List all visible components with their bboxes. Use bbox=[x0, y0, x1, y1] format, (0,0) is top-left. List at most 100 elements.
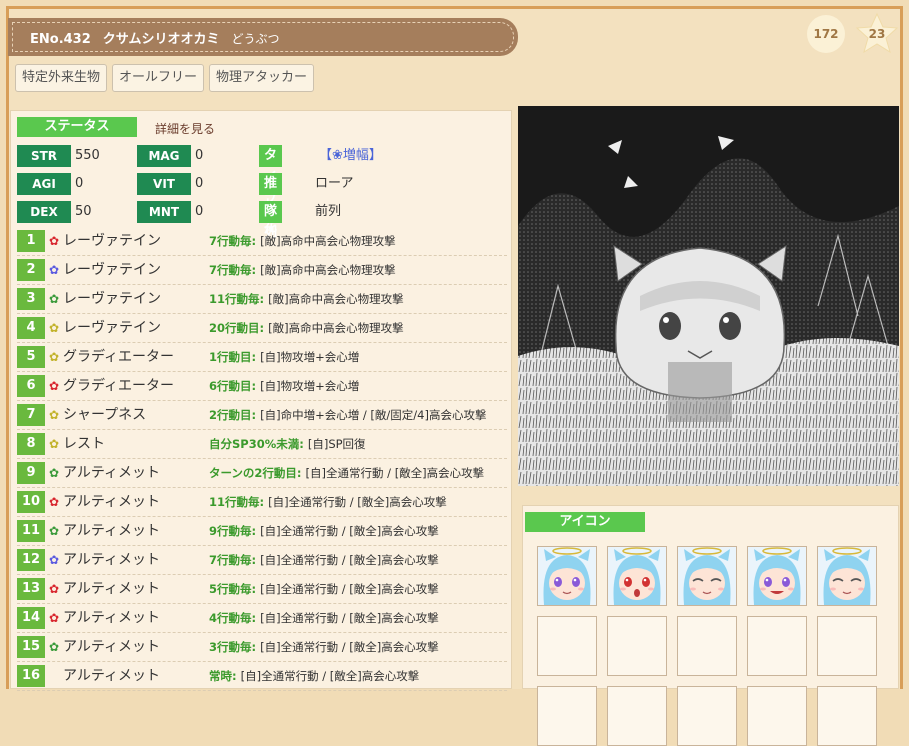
skill-trigger: 11行動毎: bbox=[209, 292, 265, 306]
character-icon[interactable] bbox=[677, 546, 737, 606]
skill-condition: 5行動毎: [自]全通常行動 / [敵全]高会心攻撃 bbox=[209, 580, 439, 598]
skill-effect: [自]全通常行動 / [敵全]高会心攻撃 bbox=[268, 495, 447, 509]
skill-trigger: 自分SP30%未満: bbox=[209, 437, 304, 451]
character-species: どうぶつ bbox=[231, 32, 280, 46]
empty-icon-slot[interactable] bbox=[677, 686, 737, 746]
empty-icon-slot[interactable] bbox=[817, 616, 877, 676]
empty-icon-slot[interactable] bbox=[817, 686, 877, 746]
skill-row[interactable]: 6 ✿ グラディエーター 6行動目: [自]物攻増+会心増 bbox=[17, 373, 507, 401]
skill-trigger: 常時: bbox=[209, 669, 237, 683]
skill-row[interactable]: 5 ✿ グラディエーター 1行動目: [自]物攻増+会心増 bbox=[17, 344, 507, 372]
empty-icon-slot[interactable] bbox=[607, 686, 667, 746]
skill-row[interactable]: 3 ✿ レーヴァテイン 11行動毎: [敵]高命中高会心物理攻撃 bbox=[17, 286, 507, 314]
skill-trigger: 11行動毎: bbox=[209, 495, 265, 509]
skill-condition: 2行動目: [自]命中増+会心増 / [敵/固定/4]高会心攻撃 bbox=[209, 406, 486, 424]
skill-number: 15 bbox=[17, 636, 45, 658]
face-grin-icon bbox=[748, 547, 806, 605]
skill-condition: 11行動毎: [敵]高命中高会心物理攻撃 bbox=[209, 290, 404, 308]
tag-item[interactable]: 特定外来生物 bbox=[15, 64, 108, 92]
tag-item[interactable]: オールフリー bbox=[112, 64, 205, 92]
empty-icon-slot[interactable] bbox=[537, 686, 597, 746]
skill-number: 10 bbox=[17, 491, 45, 513]
skill-number: 3 bbox=[17, 288, 45, 310]
skill-number: 13 bbox=[17, 578, 45, 600]
skill-row[interactable]: 14 ✿ アルティメット 4行動毎: [自]全通常行動 / [敵全]高会心攻撃 bbox=[17, 605, 507, 633]
skill-number: 2 bbox=[17, 259, 45, 281]
skill-number: 5 bbox=[17, 346, 45, 368]
skill-trigger: 3行動毎: bbox=[209, 640, 257, 654]
skill-number: 14 bbox=[17, 607, 45, 629]
skill-effect: [自]全通常行動 / [敵全]高会心攻撃 bbox=[260, 611, 439, 625]
character-portrait bbox=[518, 106, 899, 486]
status-section-label: ステータス bbox=[17, 117, 137, 137]
skill-condition: 7行動毎: [自]全通常行動 / [敵全]高会心攻撃 bbox=[209, 551, 439, 569]
skill-name: レーヴァテイン bbox=[63, 233, 161, 249]
skill-name: レーヴァテイン bbox=[63, 291, 161, 307]
skill-condition: 4行動毎: [自]全通常行動 / [敵全]高会心攻撃 bbox=[209, 609, 439, 627]
skill-row[interactable]: 16 アルティメット 常時: [自]全通常行動 / [敵全]高会心攻撃 bbox=[17, 663, 507, 691]
skill-effect: [自]全通常行動 / [敵全]高会心攻撃 bbox=[305, 466, 485, 480]
skill-trigger: ターンの2行動目: bbox=[209, 466, 302, 480]
skill-number: 8 bbox=[17, 433, 45, 455]
skill-number: 4 bbox=[17, 317, 45, 339]
skill-effect: [自]命中増+会心増 / [敵/固定/4]高会心攻撃 bbox=[260, 408, 487, 422]
status-panel: ステータス 詳細を見る STR 550 MAG 0 タイプ 【❀増幅】 AGI … bbox=[10, 110, 512, 692]
green-flower-icon: ✿ bbox=[49, 292, 60, 306]
skill-effect: [自]SP回復 bbox=[307, 437, 366, 451]
skill-row[interactable]: 7 ✿ シャープネス 2行動目: [自]命中増+会心増 / [敵/固定/4]高会心攻撃 bbox=[17, 402, 507, 430]
skill-trigger: 4行動毎: bbox=[209, 611, 257, 625]
character-icon[interactable] bbox=[607, 546, 667, 606]
skill-condition: ターンの2行動目: [自]全通常行動 / [敵全]高会心攻撃 bbox=[209, 464, 484, 482]
skill-trigger: 1行動目: bbox=[209, 350, 257, 364]
skill-effect: [敵]高命中高会心物理攻撃 bbox=[260, 234, 396, 248]
detail-link[interactable]: 詳細を見る bbox=[155, 120, 215, 137]
skill-row[interactable]: 15 ✿ アルティメット 3行動毎: [自]全通常行動 / [敵全]高会心攻撃 bbox=[17, 634, 507, 662]
skill-number: 16 bbox=[17, 665, 45, 687]
star-badge[interactable]: 23 bbox=[855, 12, 899, 56]
face-neutral-icon bbox=[538, 547, 596, 605]
skill-row[interactable]: 12 ✿ アルティメット 7行動毎: [自]全通常行動 / [敵全]高会心攻撃 bbox=[17, 547, 507, 575]
skill-effect: [自]全通常行動 / [敵全]高会心攻撃 bbox=[260, 582, 439, 596]
skill-name: アルティメット bbox=[63, 552, 161, 568]
character-icon[interactable] bbox=[747, 546, 807, 606]
skill-trigger: 7行動毎: bbox=[209, 263, 257, 277]
skill-row[interactable]: 8 ✿ レスト 自分SP30%未満: [自]SP回復 bbox=[17, 431, 507, 459]
yellow-flower-icon: ✿ bbox=[49, 321, 60, 335]
skill-condition: 7行動毎: [敵]高命中高会心物理攻撃 bbox=[209, 261, 396, 279]
tag-item[interactable]: 物理アタッカー bbox=[209, 64, 315, 92]
empty-icon-slot[interactable] bbox=[677, 616, 737, 676]
skill-list: 1 ✿ レーヴァテイン 7行動毎: [敵]高命中高会心物理攻撃 2 ✿ レーヴァテイン 7行動毎… bbox=[17, 228, 507, 692]
skill-row[interactable]: 11 ✿ アルティメット 9行動毎: [自]全通常行動 / [敵全]高会心攻撃 bbox=[17, 518, 507, 546]
red-flower-icon: ✿ bbox=[49, 495, 60, 509]
face-happy-icon bbox=[678, 547, 736, 605]
green-flower-icon: ✿ bbox=[49, 466, 60, 480]
skill-trigger: 7行動毎: bbox=[209, 553, 257, 567]
skill-row[interactable]: 4 ✿ レーヴァテイン 20行動目: [敵]高命中高会心物理攻撃 bbox=[17, 315, 507, 343]
skill-condition: 自分SP30%未満: [自]SP回復 bbox=[209, 435, 366, 453]
skill-condition: 3行動毎: [自]全通常行動 / [敵全]高会心攻撃 bbox=[209, 638, 439, 656]
skill-row[interactable]: 10 ✿ アルティメット 11行動毎: [自]全通常行動 / [敵全]高会心攻撃 bbox=[17, 489, 507, 517]
skill-row[interactable]: 9 ✿ アルティメット ターンの2行動目: [自]全通常行動 / [敵全]高会心攻撃 bbox=[17, 460, 507, 488]
skill-condition: 常時: [自]全通常行動 / [敵全]高会心攻撃 bbox=[209, 667, 419, 685]
skill-number: 11 bbox=[17, 520, 45, 542]
count-badge[interactable]: 172 bbox=[807, 15, 845, 53]
red-flower-icon: ✿ bbox=[49, 234, 60, 248]
empty-icon-slot[interactable] bbox=[747, 686, 807, 746]
skill-row[interactable]: 2 ✿ レーヴァテイン 7行動毎: [敵]高命中高会心物理攻撃 bbox=[17, 257, 507, 285]
skill-condition: 9行動毎: [自]全通常行動 / [敵全]高会心攻撃 bbox=[209, 522, 439, 540]
skill-name: アルティメット bbox=[63, 523, 161, 539]
skill-number: 1 bbox=[17, 230, 45, 252]
skill-trigger: 5行動毎: bbox=[209, 582, 257, 596]
empty-icon-slot[interactable] bbox=[607, 616, 667, 676]
green-flower-icon: ✿ bbox=[49, 524, 60, 538]
blue-flower-icon: ✿ bbox=[49, 553, 60, 567]
skill-name: レーヴァテイン bbox=[63, 262, 161, 278]
skill-name: アルティメット bbox=[63, 494, 161, 510]
character-icon[interactable] bbox=[817, 546, 877, 606]
yellow-flower-icon: ✿ bbox=[49, 408, 60, 422]
skill-row[interactable]: 1 ✿ レーヴァテイン 7行動毎: [敵]高命中高会心物理攻撃 bbox=[17, 228, 507, 256]
empty-icon-slot[interactable] bbox=[537, 616, 597, 676]
skill-row[interactable]: 13 ✿ アルティメット 5行動毎: [自]全通常行動 / [敵全]高会心攻撃 bbox=[17, 576, 507, 604]
empty-icon-slot[interactable] bbox=[747, 616, 807, 676]
character-icon[interactable] bbox=[537, 546, 597, 606]
